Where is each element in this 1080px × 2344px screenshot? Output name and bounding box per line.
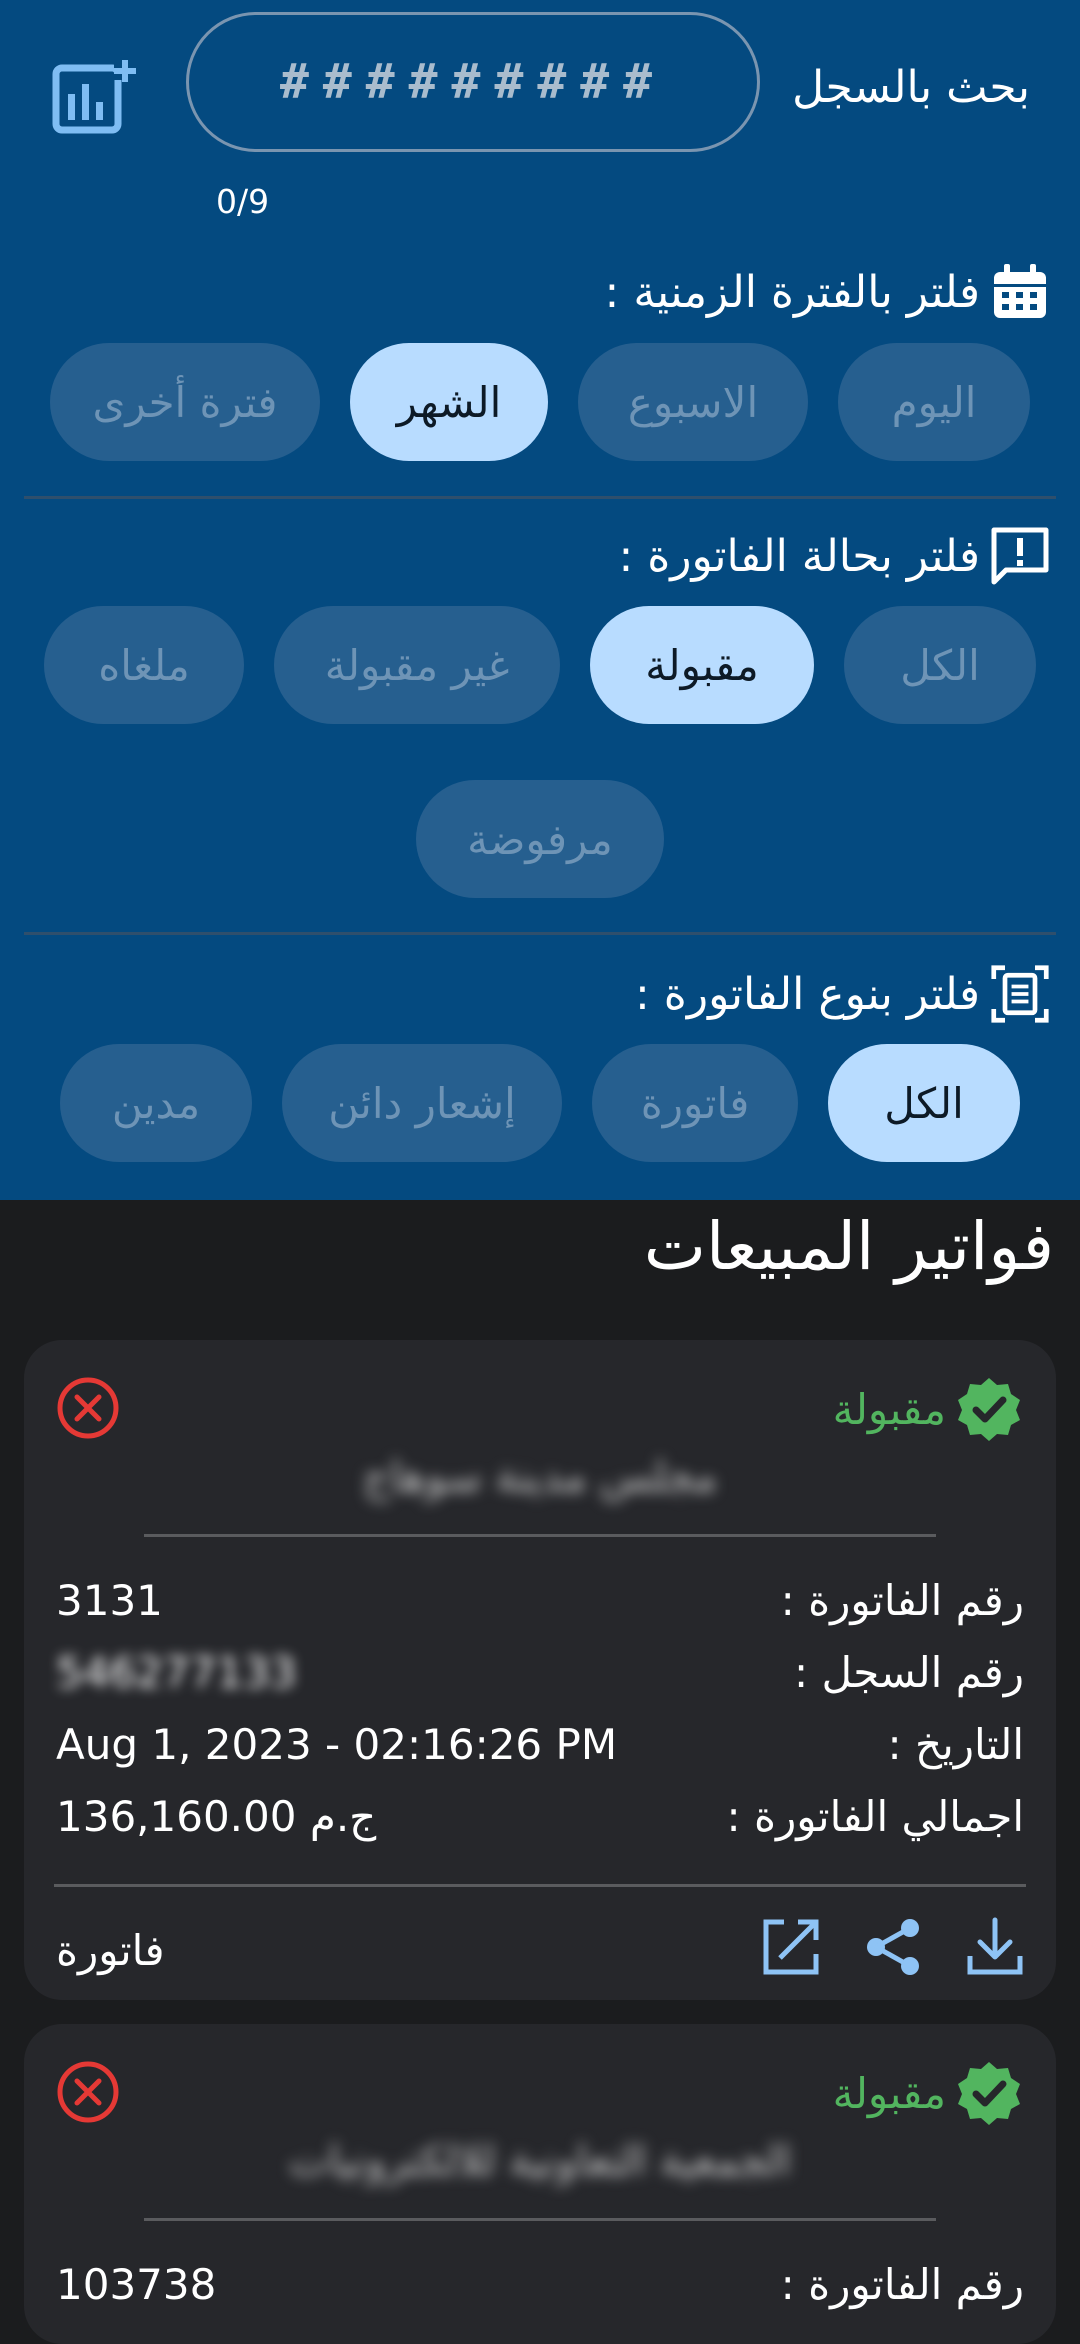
status-filter-title: فلتر بحالة الفاتورة : xyxy=(618,526,1050,586)
chip-period-today[interactable]: اليوم xyxy=(838,343,1030,461)
calendar-icon xyxy=(994,264,1046,318)
search-label: بحث بالسجل xyxy=(792,62,1030,113)
total-label: اجمالي الفاتورة : xyxy=(726,1792,1024,1841)
divider xyxy=(144,1534,936,1537)
type-filter-title: فلتر بنوع الفاتورة : xyxy=(635,964,1050,1024)
chip-type-invoice[interactable]: فاتورة xyxy=(592,1044,798,1162)
status-text: مقبولة xyxy=(832,1384,946,1434)
alert-comment-icon xyxy=(991,527,1049,585)
search-input[interactable] xyxy=(189,53,757,111)
status-text: مقبولة xyxy=(832,2068,946,2118)
share-icon[interactable] xyxy=(862,1916,924,1978)
registry-number-row: 546277133 رقم السجل : xyxy=(56,1648,1024,1697)
registry-number-label: رقم السجل : xyxy=(793,1648,1024,1697)
type-filter-label: فلتر بنوع الفاتورة : xyxy=(634,968,980,1020)
invoice-number-row: 3131 رقم الفاتورة : xyxy=(56,1576,1024,1625)
filters-panel: بحث بالسجل 0/9 فلتر بالفترة الزمنية : ال… xyxy=(0,0,1080,1200)
date-label: التاريخ : xyxy=(887,1720,1024,1769)
add-chart-icon[interactable] xyxy=(52,58,136,134)
invoice-date: Aug 1, 2023 - 02:16:26 PM xyxy=(56,1720,618,1769)
chip-type-all[interactable]: الكل xyxy=(828,1044,1020,1162)
status-badge: مقبولة xyxy=(833,1376,1022,1442)
chip-status-rejected[interactable]: مرفوضة xyxy=(416,780,664,898)
divider xyxy=(54,1884,1026,1887)
chip-period-other[interactable]: فترة أخرى xyxy=(50,343,320,461)
divider xyxy=(24,932,1056,935)
chip-status-cancelled[interactable]: ملغاه xyxy=(44,606,244,724)
invoice-number-label: رقم الفاتورة : xyxy=(780,1576,1024,1625)
invoice-number-row: 103738 رقم الفاتورة : xyxy=(56,2260,1024,2309)
date-row: Aug 1, 2023 - 02:16:26 PM التاريخ : xyxy=(56,1720,1024,1769)
registry-number: 546277133 xyxy=(56,1648,297,1697)
chip-status-accepted[interactable]: مقبولة xyxy=(590,606,814,724)
cancel-icon[interactable] xyxy=(56,1376,120,1440)
invoice-type: فاتورة xyxy=(56,1926,165,1975)
status-badge: مقبولة xyxy=(833,2060,1022,2126)
divider xyxy=(24,496,1056,499)
chip-period-month[interactable]: الشهر xyxy=(350,343,548,461)
chip-type-credit-note[interactable]: إشعار دائن xyxy=(282,1044,562,1162)
invoice-number: 3131 xyxy=(56,1576,163,1625)
invoice-card[interactable]: مقبولة الجمعية التعاونية للالكترونيات 10… xyxy=(24,2024,1056,2344)
invoice-total: 136,160.00 ج.م xyxy=(56,1792,377,1841)
search-field[interactable] xyxy=(186,12,760,152)
verified-check-icon xyxy=(958,2062,1020,2125)
verified-check-icon xyxy=(958,1378,1020,1441)
cancel-icon[interactable] xyxy=(56,2060,120,2124)
status-filter-label: فلتر بحالة الفاتورة : xyxy=(618,530,980,582)
customer-name: الجمعية التعاونية للالكترونيات xyxy=(288,2136,792,2185)
customer-name: مجلس مدينة سوهاج xyxy=(362,1452,718,1501)
download-icon[interactable] xyxy=(964,1916,1026,1978)
chip-status-all[interactable]: الكل xyxy=(844,606,1036,724)
chip-status-not-accepted[interactable]: غير مقبولة xyxy=(274,606,560,724)
chip-period-week[interactable]: الاسبوع xyxy=(578,343,808,461)
open-external-icon[interactable] xyxy=(760,1916,822,1978)
character-counter: 0/9 xyxy=(216,182,270,221)
invoice-card[interactable]: مقبولة مجلس مدينة سوهاج 3131 رقم الفاتور… xyxy=(24,1340,1056,2000)
section-title: فواتير المبيعات xyxy=(643,1208,1054,1285)
period-filter-label: فلتر بالفترة الزمنية : xyxy=(604,266,980,318)
chip-type-debit[interactable]: مدين xyxy=(60,1044,252,1162)
invoice-number: 103738 xyxy=(56,2260,217,2309)
total-row: 136,160.00 ج.م اجمالي الفاتورة : xyxy=(56,1792,1024,1841)
card-actions xyxy=(760,1916,1026,1978)
document-scan-icon xyxy=(991,965,1049,1023)
period-filter-title: فلتر بالفترة الزمنية : xyxy=(605,262,1050,322)
divider xyxy=(144,2218,936,2221)
invoice-number-label: رقم الفاتورة : xyxy=(780,2260,1024,2309)
